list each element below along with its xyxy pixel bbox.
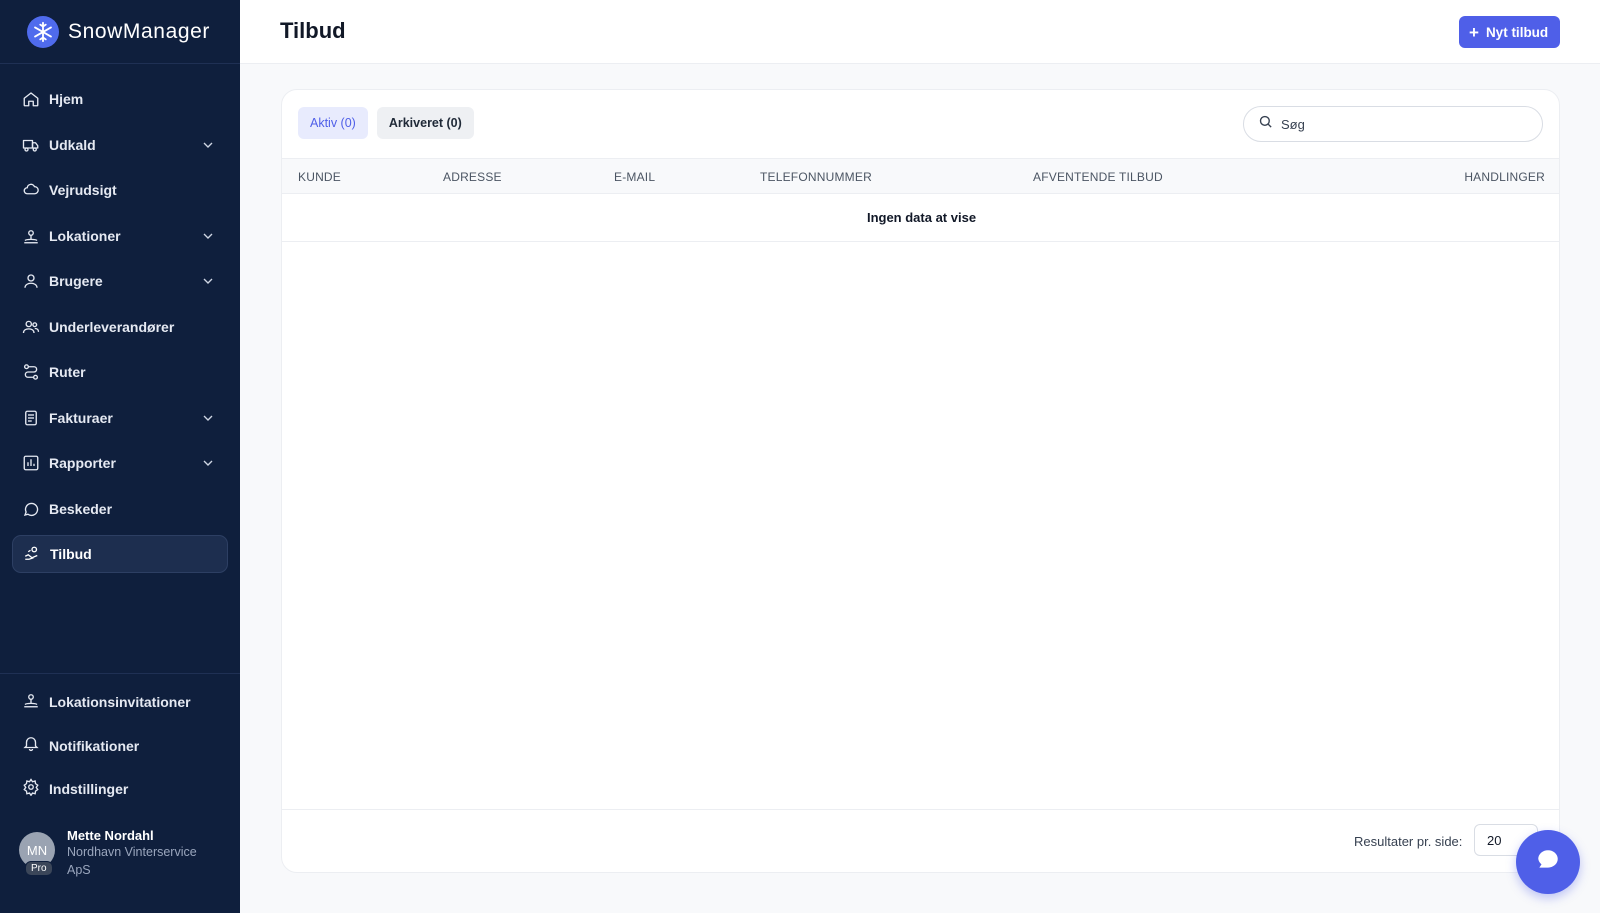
offer-icon [23,545,41,563]
bar-chart-icon [22,454,40,472]
user-profile[interactable]: MN Pro Mette Nordahl Nordhavn Vinterserv… [19,828,217,879]
sidebar-item-fakturaer[interactable]: Fakturaer [12,399,228,437]
sidebar-item-indstillinger[interactable]: Indstillinger [12,771,228,807]
sidebar-item-label: Beskeder [49,500,113,517]
search-box[interactable] [1243,106,1543,142]
sidebar-item-vejrudsigt[interactable]: Vejrudsigt [12,171,228,209]
message-icon [22,500,40,518]
user-name: Mette Nordahl [67,828,154,843]
sidebar-item-label: Indstillinger [49,781,129,797]
chevron-down-icon[interactable] [200,273,216,289]
sidebar-item-label: Ruter [49,364,86,380]
tabs: Aktiv (0) Arkiveret (0) [298,107,483,139]
new-offer-button[interactable]: + Nyt tilbud [1459,16,1561,48]
sidebar-item-label: Rapporter [49,455,116,471]
sidebar: SnowManager Hjem Udkald Vejrudsigt Lokat… [0,0,240,913]
bell-icon [22,734,40,757]
tab-archived[interactable]: Arkiveret (0) [376,107,474,139]
chat-bubble-icon [1535,847,1561,878]
sidebar-item-label: Lokationer [49,227,121,244]
sidebar-item-tilbud[interactable]: Tilbud [12,535,228,573]
truck-icon [22,136,40,154]
sidebar-item-label: Lokationsinvitationer [49,694,191,710]
user-organization: Nordhavn Vinterservice ApS [67,845,197,877]
sidebar-item-label: Vejrudsigt [49,182,117,198]
sidebar-item-label: Udkald [49,136,96,153]
sidebar-item-underleverandorer[interactable]: Underleverandører [12,308,228,346]
sidebar-item-udkald[interactable]: Udkald [12,126,228,164]
sidebar-item-notifikationer[interactable]: Notifikationer [12,728,228,764]
location-pin-icon [22,227,40,245]
per-page-value: 20 [1487,832,1502,848]
sidebar-item-label: Fakturaer [49,409,113,426]
offers-card: Aktiv (0) Arkiveret (0) KUNDE ADRESSE E-… [281,89,1560,873]
search-icon [1258,114,1273,134]
sidebar-item-lokationsinvitationer[interactable]: Lokationsinvitationer [12,684,228,720]
sidebar-item-label: Hjem [49,91,84,107]
sidebar-item-label: Notifikationer [49,737,140,754]
page-header: Tilbud + Nyt tilbud [240,0,1600,64]
chevron-down-icon[interactable] [200,410,216,426]
snowflake-logo-icon [27,15,59,48]
sidebar-item-hjem[interactable]: Hjem [12,80,228,118]
column-header-email[interactable]: E-MAIL [614,170,655,184]
avatar: MN Pro [19,832,55,876]
column-header-afventende-tilbud[interactable]: AFVENTENDE TILBUD [1033,170,1163,184]
gear-icon [22,777,40,801]
page-title: Tilbud [280,18,346,43]
invoice-icon [22,409,40,427]
column-header-kunde[interactable]: KUNDE [298,170,341,184]
empty-state: Ingen data at vise [282,194,1559,242]
plan-badge: Pro [25,861,53,876]
sidebar-item-label: Underleverandører [49,318,175,335]
app-name: SnowManager [68,19,211,43]
table-header: KUNDE ADRESSE E-MAIL TELEFONNUMMER AFVEN… [282,158,1559,194]
sidebar-item-label: Tilbud [50,546,92,562]
sidebar-nav: Hjem Udkald Vejrudsigt Lokationer Bruger… [0,64,240,573]
search-input[interactable] [1281,116,1521,132]
chevron-down-icon[interactable] [200,455,216,471]
sidebar-item-brugere[interactable]: Brugere [12,262,228,300]
sidebar-item-beskeder[interactable]: Beskeder [12,490,228,528]
user-icon [22,272,40,290]
sidebar-item-ruter[interactable]: Ruter [12,353,228,391]
sidebar-item-lokationer[interactable]: Lokationer [12,217,228,255]
column-header-handlinger: HANDLINGER [1464,170,1545,184]
user-info: Mette Nordahl Nordhavn Vinterservice ApS [67,828,217,879]
users-icon [22,318,40,336]
plus-icon: + [1469,22,1479,42]
avatar-initials: MN [26,842,48,858]
sidebar-bottom-nav: Lokationsinvitationer Notifikationer Ind… [0,673,240,815]
column-header-adresse[interactable]: ADRESSE [443,170,502,184]
sidebar-item-label: Brugere [49,273,103,289]
new-offer-button-label: Nyt tilbud [1485,24,1549,40]
chevron-down-icon[interactable] [200,228,216,244]
chat-button[interactable] [1516,830,1580,894]
cloud-icon [22,181,40,199]
sidebar-item-rapporter[interactable]: Rapporter [12,444,228,482]
home-icon [22,90,40,108]
location-pin-icon [22,691,40,714]
brand[interactable]: SnowManager [0,0,240,64]
route-icon [22,363,40,381]
tab-active[interactable]: Aktiv (0) [298,107,368,139]
per-page-label: Resultater pr. side: [1354,834,1463,849]
chevron-down-icon[interactable] [200,137,216,153]
column-header-telefonnummer[interactable]: TELEFONNUMMER [760,170,872,184]
table-footer: Resultater pr. side: 20 [282,809,1559,872]
